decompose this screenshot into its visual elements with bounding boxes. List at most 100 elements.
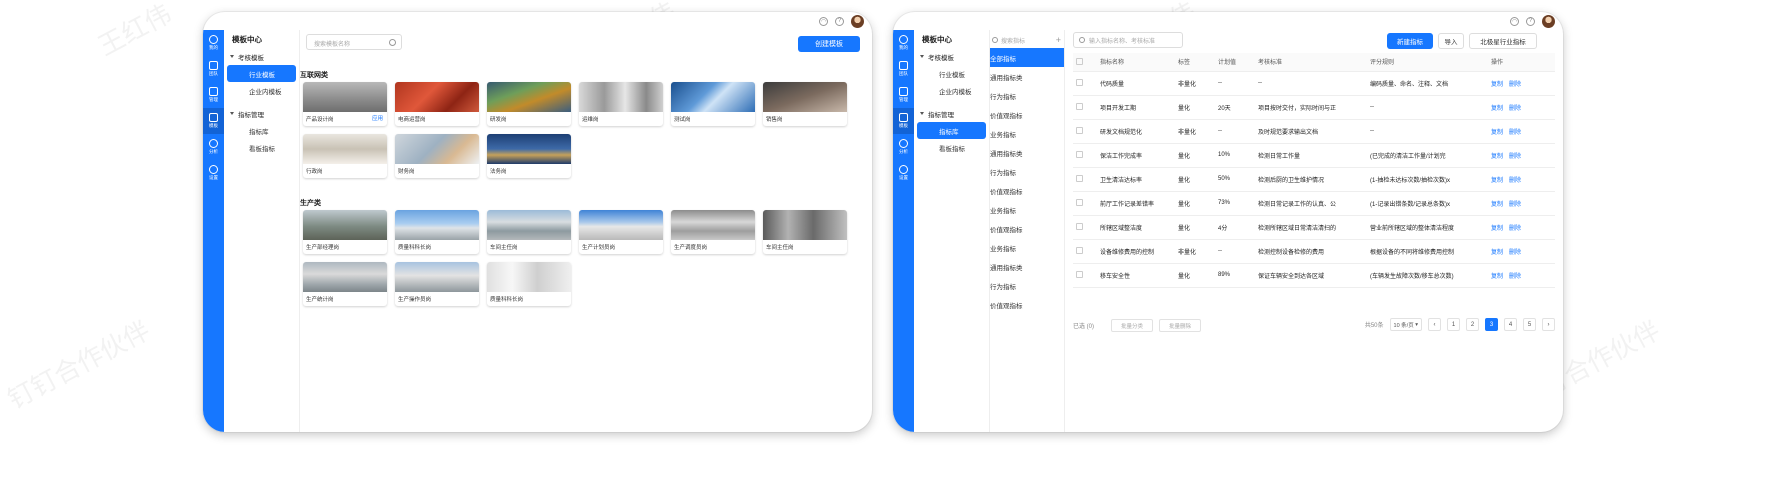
table-row[interactable]: 研发文档规范化 非量化 -- 及时规范要求输出文档 -- 复制 删除 xyxy=(1073,119,1555,144)
category-item[interactable]: 行为指标 xyxy=(990,276,1064,295)
template-card[interactable]: 生产统计岗 xyxy=(303,262,387,306)
row-checkbox[interactable] xyxy=(1076,103,1083,111)
table-row[interactable]: 代码质量 非量化 -- -- 编码质量、命名、注释、文档 复制 删除 xyxy=(1073,71,1555,96)
category-item[interactable]: 通用指标类 xyxy=(990,143,1064,162)
next-page-icon[interactable]: › xyxy=(1542,318,1555,331)
rail-item-analysis[interactable]: 分析 xyxy=(893,134,914,160)
template-card[interactable]: 生产部经理岗 xyxy=(303,210,387,254)
rail-item-settings[interactable]: 设置 xyxy=(893,160,914,186)
rail-item-analysis[interactable]: 分析 xyxy=(203,134,224,160)
category-item[interactable]: 价值观指标 xyxy=(990,295,1064,314)
template-card[interactable]: 质量科科长岗 xyxy=(487,262,571,306)
template-card[interactable]: 生产调度员岗 xyxy=(671,210,755,254)
column-header-name[interactable]: 指标名称 xyxy=(1097,53,1175,72)
nav-item-industry-template[interactable]: 行业模板 xyxy=(227,65,296,82)
row-checkbox[interactable] xyxy=(1076,175,1083,183)
industry-indicator-button[interactable]: 北极星行业指标 xyxy=(1469,33,1537,49)
copy-link[interactable]: 复制 xyxy=(1491,178,1503,184)
indicator-search-input[interactable]: 输入指标名称、考核标准 xyxy=(1073,32,1183,48)
row-checkbox[interactable] xyxy=(1076,79,1083,87)
avatar[interactable] xyxy=(1542,14,1555,28)
rail-item-template[interactable]: 模板 xyxy=(203,108,224,134)
nav-group-assessment[interactable]: 考核模板 xyxy=(224,48,299,65)
copy-link[interactable]: 复制 xyxy=(1491,202,1503,208)
rail-item-team[interactable]: 团队 xyxy=(203,56,224,82)
category-item[interactable]: 通用指标类 xyxy=(990,257,1064,276)
category-item[interactable]: 价值观指标 xyxy=(990,181,1064,200)
delete-link[interactable]: 删除 xyxy=(1509,202,1521,208)
category-search-input[interactable]: 搜索指标 + xyxy=(990,32,1061,48)
delete-link[interactable]: 删除 xyxy=(1509,154,1521,160)
page-button[interactable]: 1 xyxy=(1447,318,1460,331)
delete-link[interactable]: 删除 xyxy=(1509,226,1521,232)
template-card[interactable]: 产品设计岗 应用 xyxy=(303,82,387,126)
table-row[interactable]: 设备维修费用的控制 非量化 -- 检测控制设备检修的费用 根据设备的不同将维修费用控制复… xyxy=(1073,239,1555,264)
category-item[interactable]: 行为指标 xyxy=(990,86,1064,105)
nav-item-enterprise-template[interactable]: 企业内模板 xyxy=(227,82,296,99)
column-header-tag[interactable]: 标签 xyxy=(1175,53,1215,72)
nav-item-board-indicator[interactable]: 看板指标 xyxy=(917,139,986,156)
row-checkbox[interactable] xyxy=(1076,247,1083,255)
category-item[interactable]: 价值观指标 xyxy=(990,105,1064,124)
prev-page-icon[interactable]: ‹ xyxy=(1428,318,1441,331)
table-row[interactable]: 移车安全性 量化 89% 保证车辆安全到达各区域 (车辆发生故障次数/移车总次数) 复制删… xyxy=(1073,263,1555,288)
page-button[interactable]: 5 xyxy=(1523,318,1536,331)
template-card[interactable]: 生产计划员岗 xyxy=(579,210,663,254)
delete-link[interactable]: 删除 xyxy=(1509,82,1521,88)
template-card[interactable]: 运维岗 xyxy=(579,82,663,126)
nav-group-indicator[interactable]: 指标管理 xyxy=(224,105,299,122)
nav-item-enterprise-template[interactable]: 企业内模板 xyxy=(917,82,986,99)
delete-link[interactable]: 删除 xyxy=(1509,178,1521,184)
category-item[interactable]: 全部指标 xyxy=(990,48,1064,67)
batch-classify-button[interactable]: 批量分类 xyxy=(1111,319,1153,332)
template-card[interactable]: 行政岗 xyxy=(303,134,387,178)
rail-item-mine[interactable]: 我的 xyxy=(203,30,224,56)
nav-item-industry-template[interactable]: 行业模板 xyxy=(917,65,986,82)
copy-link[interactable]: 复制 xyxy=(1491,130,1503,136)
nav-item-indicator-library[interactable]: 指标库 xyxy=(917,122,986,139)
row-checkbox[interactable] xyxy=(1076,199,1083,207)
template-search-input[interactable]: 搜索模板名称 xyxy=(306,34,402,50)
nav-group-indicator[interactable]: 指标管理 xyxy=(914,105,989,122)
delete-link[interactable]: 删除 xyxy=(1509,130,1521,136)
headset-icon[interactable]: ◠ xyxy=(1510,16,1519,26)
table-row[interactable]: 保洁工作完成率 量化 10% 检测日常工作量 (已完成的清洁工作量/计划完 复制 删除 xyxy=(1073,143,1555,168)
row-checkbox[interactable] xyxy=(1076,223,1083,231)
batch-delete-button[interactable]: 批量删除 xyxy=(1159,319,1201,332)
apply-link[interactable]: 应用 xyxy=(372,114,383,122)
copy-link[interactable]: 复制 xyxy=(1491,274,1503,280)
select-all-checkbox[interactable] xyxy=(1076,58,1083,66)
avatar[interactable] xyxy=(851,14,864,28)
template-card[interactable]: 生产操作员岗 xyxy=(395,262,479,306)
page-button[interactable]: 4 xyxy=(1504,318,1517,331)
template-card[interactable]: 质量科科长岗 xyxy=(395,210,479,254)
category-item[interactable]: 通用指标类 xyxy=(990,67,1064,86)
rail-item-manage[interactable]: 管理 xyxy=(893,82,914,108)
page-size-select[interactable]: 10 条/页 ▾ xyxy=(1389,318,1422,331)
table-row[interactable]: 前厅工作记录差错率 量化 73% 检测日常记录工作的认真、公 (1-记录出错条数/记录总… xyxy=(1073,191,1555,216)
delete-link[interactable]: 删除 xyxy=(1509,106,1521,112)
copy-link[interactable]: 复制 xyxy=(1491,106,1503,112)
row-checkbox[interactable] xyxy=(1076,271,1083,279)
import-button[interactable]: 导入 xyxy=(1438,33,1464,49)
table-row[interactable]: 卫生清洁达标率 量化 50% 检测后厨的卫生维护情况 (1-抽检未达标次数/抽检次数)x… xyxy=(1073,167,1555,192)
rail-item-settings[interactable]: 设置 xyxy=(203,160,224,186)
row-checkbox[interactable] xyxy=(1076,127,1083,135)
help-icon[interactable]: ? xyxy=(835,16,844,26)
template-card[interactable]: 车间主任岗 xyxy=(763,210,847,254)
page-button[interactable]: 3 xyxy=(1485,318,1498,331)
help-icon[interactable]: ? xyxy=(1526,16,1535,26)
template-card[interactable]: 研发岗 xyxy=(487,82,571,126)
category-item[interactable]: 行为指标 xyxy=(990,162,1064,181)
template-card[interactable]: 电商运营岗 xyxy=(395,82,479,126)
template-card[interactable]: 财务岗 xyxy=(395,134,479,178)
template-card[interactable]: 销售岗 xyxy=(763,82,847,126)
nav-item-board-indicator[interactable]: 看板指标 xyxy=(227,139,296,156)
plus-icon[interactable]: + xyxy=(1056,35,1061,45)
new-indicator-button[interactable]: 新建指标 xyxy=(1387,33,1433,49)
category-item[interactable]: 价值观指标 xyxy=(990,219,1064,238)
rail-item-team[interactable]: 团队 xyxy=(893,56,914,82)
rail-item-template[interactable]: 模板 xyxy=(893,108,914,134)
nav-item-indicator-library[interactable]: 指标库 xyxy=(227,122,296,139)
template-card[interactable]: 测试岗 xyxy=(671,82,755,126)
